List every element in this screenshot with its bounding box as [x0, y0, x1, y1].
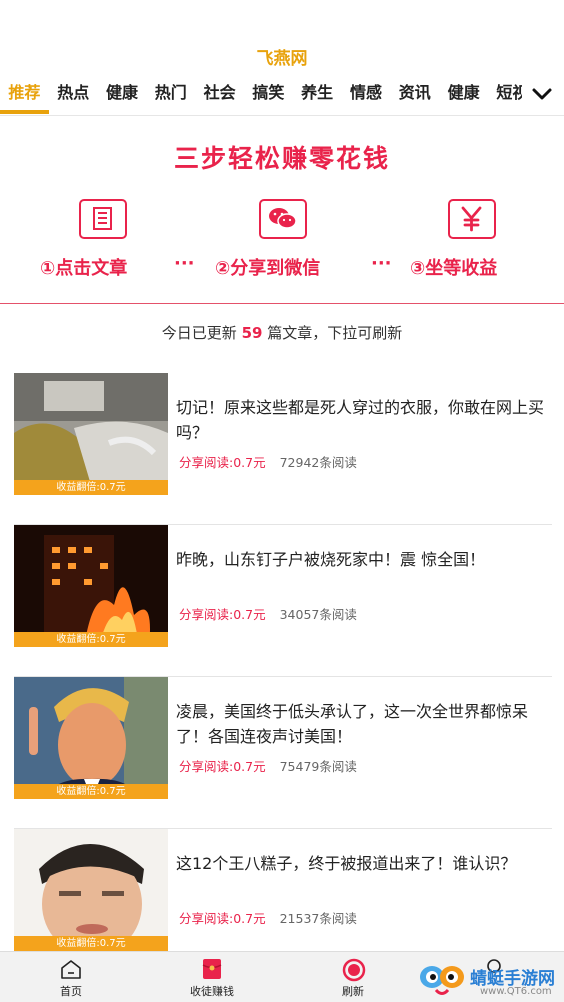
article-thumbnail[interactable]: 收益翻倍:0.7元 [14, 373, 168, 495]
article-title[interactable]: 这12个王八糕子，终于被报道出来了！谁认识？ [176, 851, 548, 876]
read-count: 34057条阅读 [279, 607, 357, 622]
article-thumbnail[interactable]: 收益翻倍:0.7元 [14, 829, 168, 951]
tab-funny[interactable]: 搞笑 [244, 78, 293, 114]
share-reward: 分享阅读:0.7元 [179, 607, 266, 622]
step-2-label: ②分享到微信 [215, 258, 321, 279]
red-envelope-icon [202, 959, 222, 979]
category-tabs: 推荐 热点 健康 热门 社会 搞笑 养生 情感 资讯 健康 短视 [0, 78, 564, 116]
nav-invite-earn[interactable]: 收徒赚钱 [152, 952, 272, 1002]
article-item[interactable]: 收益翻倍:0.7元 凌晨，美国终于低头承认了，这一次全世界都惊呆了！各国连夜声讨… [14, 677, 552, 829]
tab-health-2[interactable]: 健康 [439, 78, 488, 114]
earn-badge: 收益翻倍:0.7元 [14, 480, 168, 495]
earn-badge: 收益翻倍:0.7元 [14, 936, 168, 951]
chevron-down-icon[interactable] [530, 82, 554, 106]
article-thumbnail[interactable]: 收益翻倍:0.7元 [14, 677, 168, 799]
how-to-earn-banner[interactable]: 三步轻松赚零花钱 ①点击文章 ··· ②分享到微信 ··· ③坐等收益 [0, 117, 564, 304]
nav-label: 刷新 [342, 985, 364, 998]
share-reward: 分享阅读:0.7元 [179, 759, 266, 774]
tab-society[interactable]: 社会 [195, 78, 244, 114]
tab-popular[interactable]: 热门 [146, 78, 195, 114]
article-meta: 分享阅读:0.7元 21537条阅读 [179, 908, 357, 927]
banner-title: 三步轻松赚零花钱 [173, 144, 390, 173]
article-meta: 分享阅读:0.7元 34057条阅读 [179, 604, 357, 623]
article-meta: 分享阅读:0.7元 75479条阅读 [179, 756, 357, 775]
earn-badge: 收益翻倍:0.7元 [14, 632, 168, 647]
tab-recommend[interactable]: 推荐 [0, 78, 49, 114]
app-title: 飞燕网 [256, 49, 308, 69]
article-item[interactable]: 收益翻倍:0.7元 切记！原来这些都是死人穿过的衣服，你敢在网上买吗？ 分享阅读… [14, 373, 552, 525]
watermark-url: www.QT6.com [480, 986, 552, 997]
step-separator: ··· [371, 253, 392, 274]
earn-badge: 收益翻倍:0.7元 [14, 784, 168, 799]
tab-emotion[interactable]: 情感 [342, 78, 391, 114]
wechat-icon [259, 199, 307, 239]
article-title[interactable]: 切记！原来这些都是死人穿过的衣服，你敢在网上买吗？ [176, 395, 548, 445]
share-reward: 分享阅读:0.7元 [179, 455, 266, 470]
article-item[interactable]: 收益翻倍:0.7元 昨晚，山东钉子户被烧死家中！震 惊全国！ 分享阅读:0.7元… [14, 525, 552, 677]
article-icon [79, 199, 127, 239]
step-separator: ··· [174, 253, 195, 274]
yen-icon [448, 199, 496, 239]
refresh-icon [342, 958, 366, 982]
nav-label: 收徒赚钱 [190, 985, 234, 998]
update-suffix: 篇文章，下拉可刷新 [262, 324, 403, 342]
share-reward: 分享阅读:0.7元 [179, 911, 266, 926]
read-count: 72942条阅读 [279, 455, 357, 470]
read-count: 75479条阅读 [279, 759, 357, 774]
article-meta: 分享阅读:0.7元 72942条阅读 [179, 452, 357, 471]
nav-home[interactable]: 首页 [11, 952, 131, 1002]
step-1-label: ①点击文章 [40, 258, 128, 279]
article-item[interactable]: 收益翻倍:0.7元 这12个王八糕子，终于被报道出来了！谁认识？ 分享阅读:0.… [14, 829, 552, 951]
tab-hot[interactable]: 热点 [49, 78, 98, 114]
update-count: 59 [241, 324, 263, 342]
nav-refresh[interactable]: 刷新 [293, 952, 413, 1002]
tab-wellness[interactable]: 养生 [293, 78, 342, 114]
tab-health[interactable]: 健康 [98, 78, 147, 114]
dragonfly-logo-icon [420, 966, 464, 995]
article-title[interactable]: 凌晨，美国终于低头承认了，这一次全世界都惊呆了！各国连夜声讨美国！ [176, 699, 548, 749]
tab-short-video[interactable]: 短视 [488, 78, 522, 114]
nav-label: 首页 [60, 985, 82, 998]
home-icon [61, 960, 81, 979]
tab-news[interactable]: 资讯 [390, 78, 439, 114]
update-status: 今日已更新 59 篇文章，下拉可刷新 [0, 322, 564, 343]
article-thumbnail[interactable]: 收益翻倍:0.7元 [14, 525, 168, 647]
site-watermark: 蜻蜓手游网 www.QT6.com [418, 955, 564, 1002]
update-prefix: 今日已更新 [161, 324, 242, 342]
step-3-label: ③坐等收益 [410, 258, 498, 279]
read-count: 21537条阅读 [279, 911, 357, 926]
article-title[interactable]: 昨晚，山东钉子户被烧死家中！震 惊全国！ [176, 547, 548, 572]
